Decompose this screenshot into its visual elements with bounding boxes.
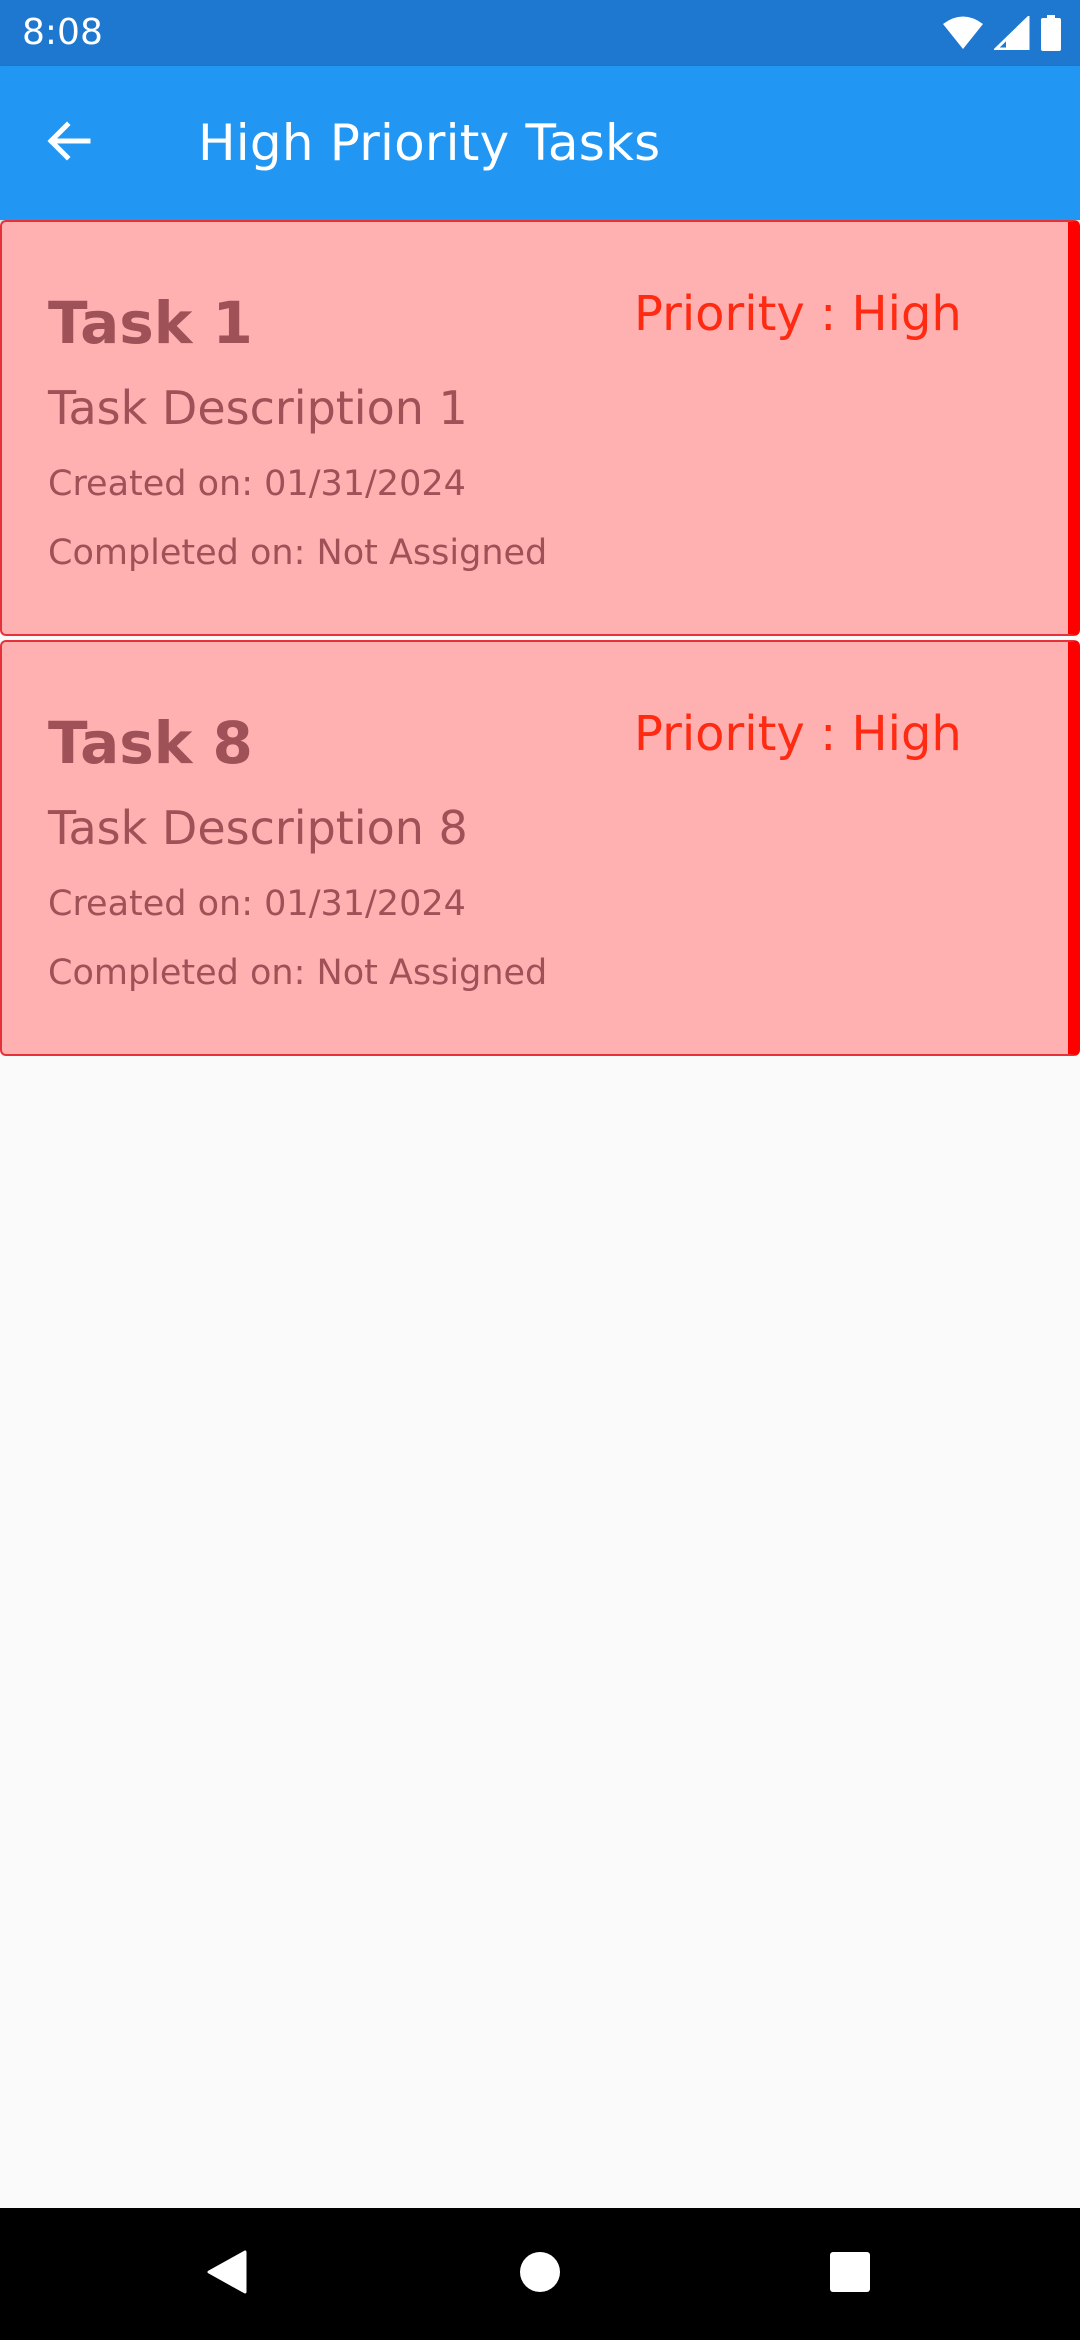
task-completed-date: Completed on: Not Assigned <box>48 953 548 993</box>
back-triangle-icon <box>203 2248 249 2300</box>
nav-home-button[interactable] <box>510 2244 570 2304</box>
task-created-date: Created on: 01/31/2024 <box>48 884 466 924</box>
home-circle-icon <box>518 2250 562 2298</box>
task-priority: Priority : High <box>634 286 962 342</box>
status-bar: 8:08 <box>0 0 1080 66</box>
arrow-left-icon <box>44 117 92 169</box>
battery-icon <box>1040 15 1062 51</box>
task-card[interactable]: Task 1 Priority : High Task Description … <box>0 220 1080 636</box>
task-priority: Priority : High <box>634 706 962 762</box>
task-list: Task 1 Priority : High Task Description … <box>0 220 1080 1060</box>
status-time: 8:08 <box>22 12 103 53</box>
task-title: Task 1 <box>48 289 253 357</box>
wifi-icon <box>942 16 984 50</box>
app-bar: High Priority Tasks <box>0 66 1080 220</box>
nav-recents-button[interactable] <box>820 2244 880 2304</box>
status-icons <box>942 14 1062 52</box>
task-created-date: Created on: 01/31/2024 <box>48 464 466 504</box>
task-card[interactable]: Task 8 Priority : High Task Description … <box>0 640 1080 1056</box>
system-nav-bar <box>0 2208 1080 2340</box>
page-title: High Priority Tasks <box>198 114 661 172</box>
back-button[interactable] <box>36 111 100 175</box>
task-title: Task 8 <box>48 709 253 777</box>
nav-back-button[interactable] <box>196 2244 256 2304</box>
screen: 8:08 High Priority Tasks Task 1 Priority… <box>0 0 1080 2340</box>
task-description: Task Description 8 <box>48 801 468 855</box>
recents-square-icon <box>828 2250 872 2298</box>
task-completed-date: Completed on: Not Assigned <box>48 533 548 573</box>
signal-icon <box>994 16 1030 50</box>
task-description: Task Description 1 <box>48 381 468 435</box>
